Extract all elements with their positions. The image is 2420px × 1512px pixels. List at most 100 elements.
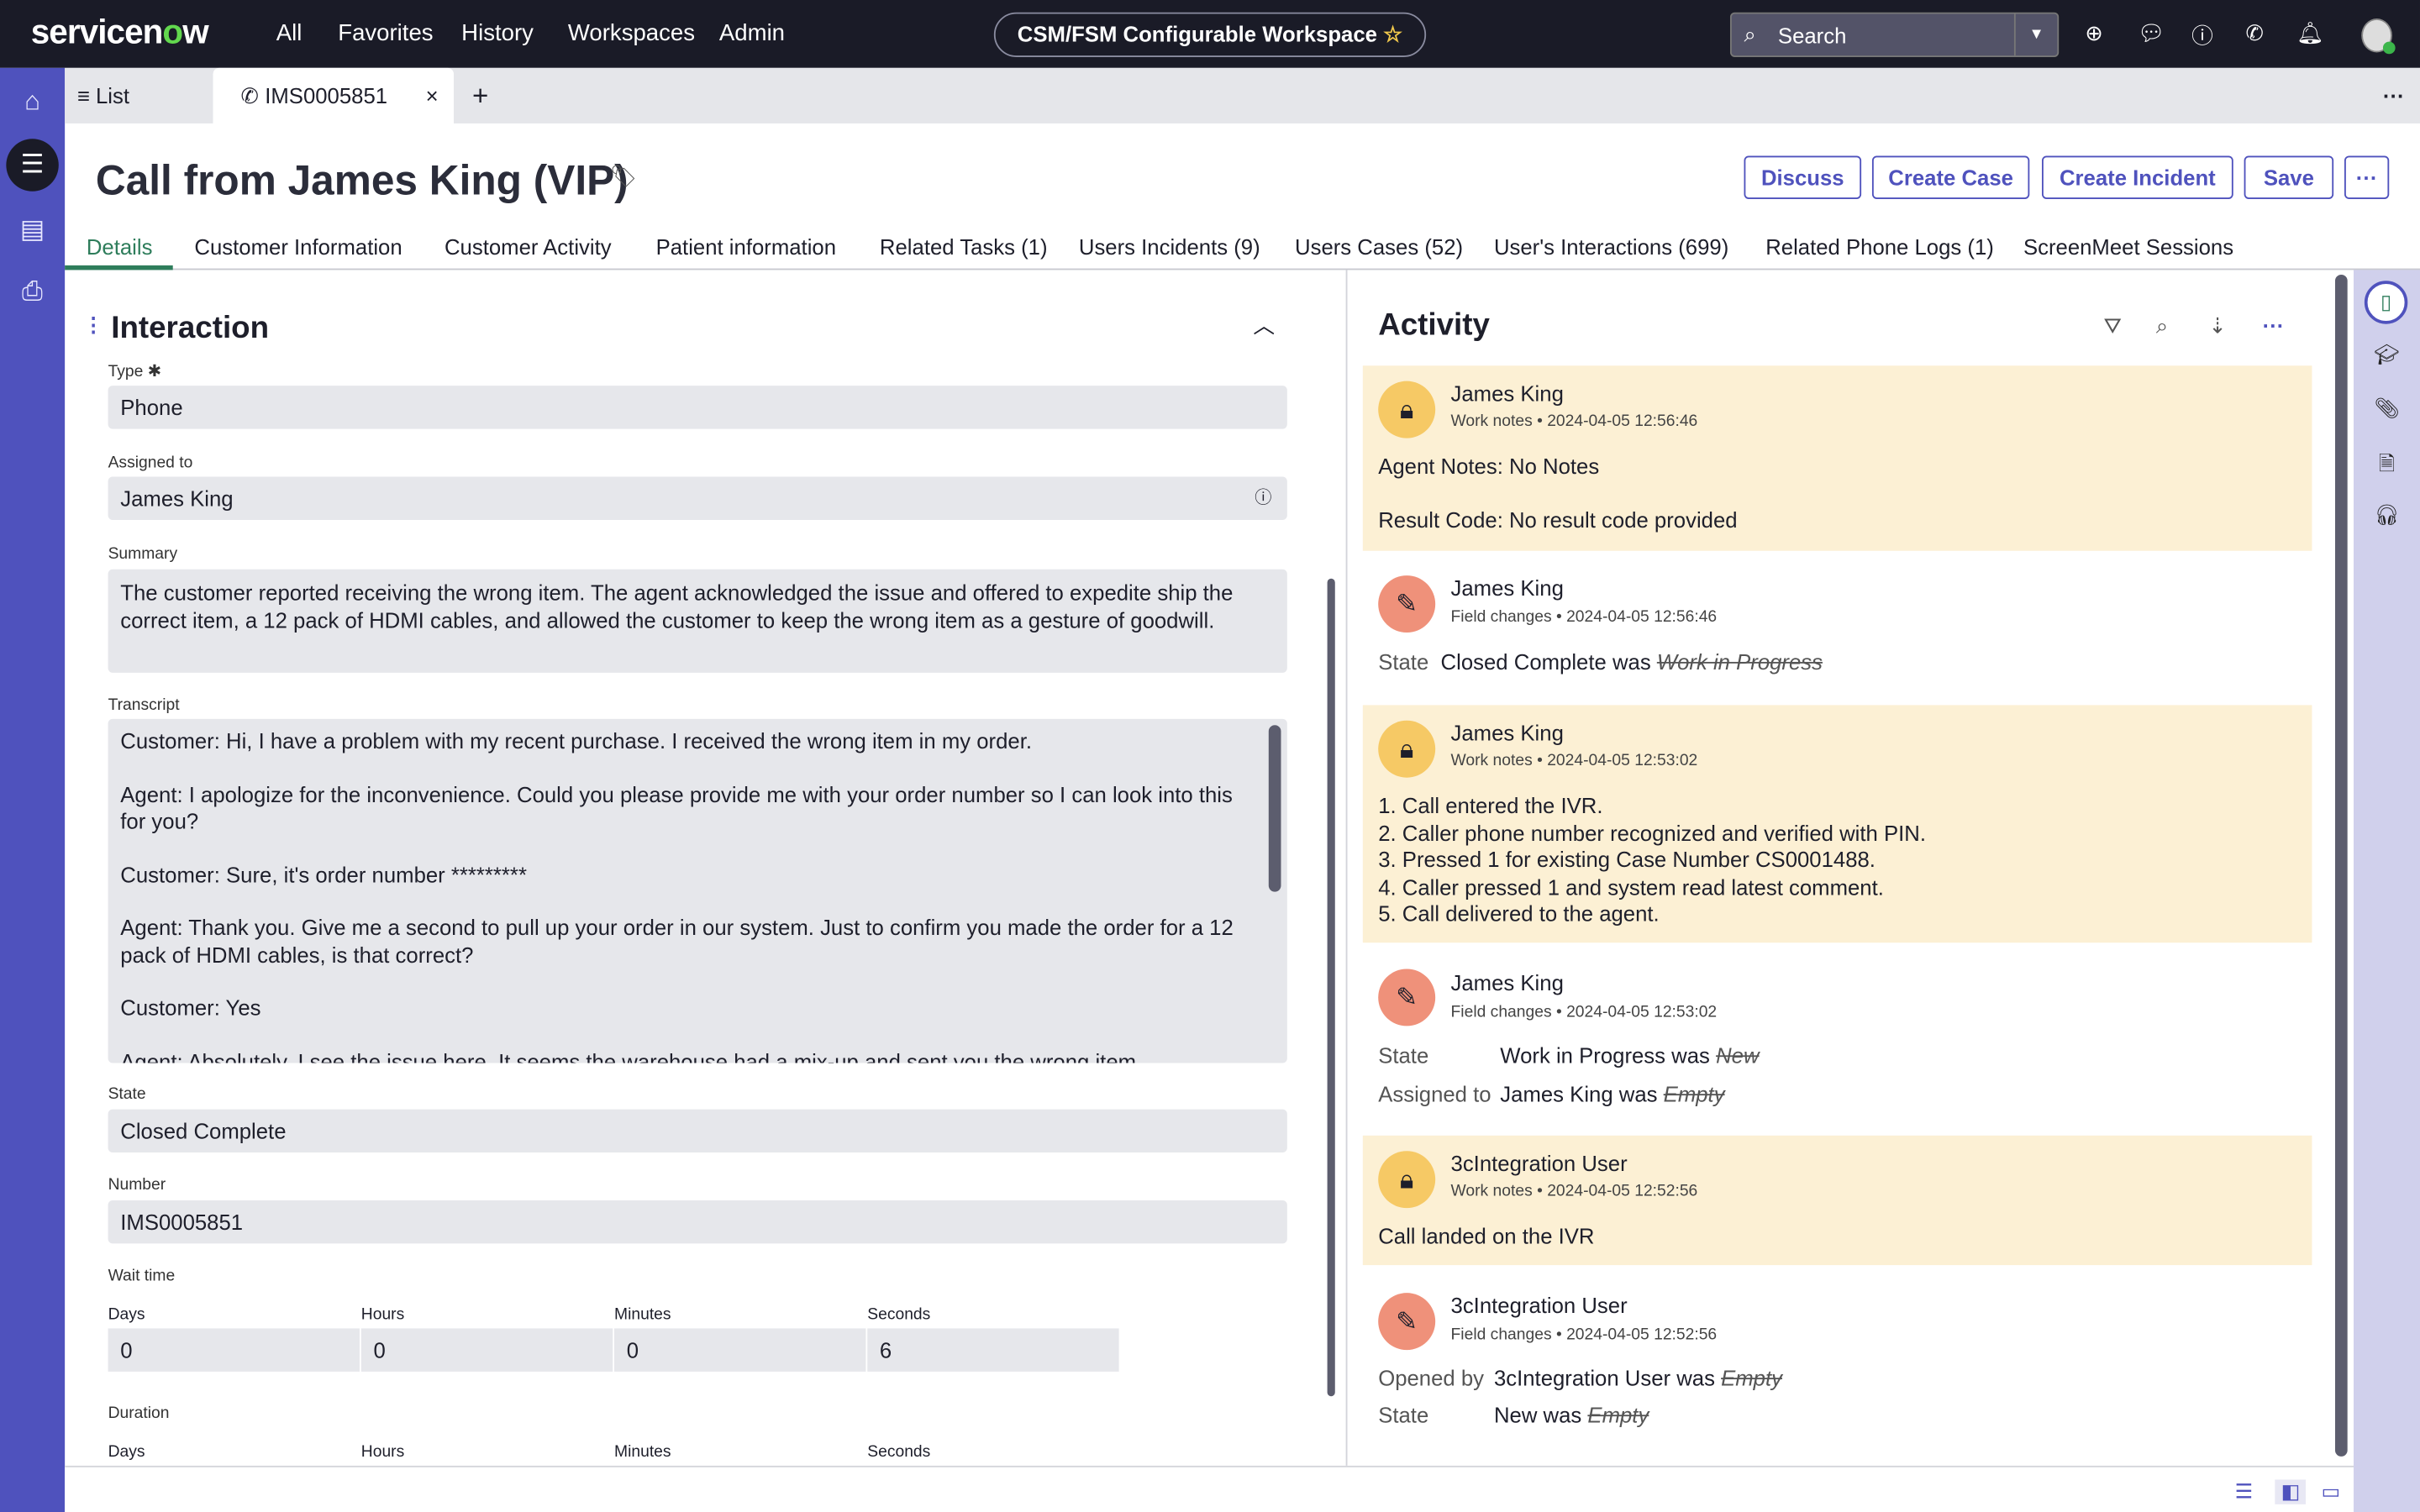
assigned-to-field[interactable]: James King ⓘ	[108, 476, 1287, 520]
list-tab-label: List	[95, 83, 130, 108]
form-scrollbar[interactable]	[1327, 578, 1335, 1397]
search-icon: ⌕	[1744, 21, 1756, 47]
days-label: Days	[108, 1442, 145, 1462]
servicenow-logo[interactable]: servicenow	[31, 13, 209, 53]
tab-details[interactable]: Details	[87, 234, 153, 259]
chat-icon[interactable]: 💬︎	[2138, 20, 2165, 46]
more-icon[interactable]: ···	[2263, 313, 2285, 338]
seconds-label: Seconds	[867, 1442, 931, 1462]
tab-customer-activity[interactable]: Customer Activity	[445, 234, 612, 259]
list-tab[interactable]: ≡ List	[77, 68, 129, 123]
help-icon[interactable]: ⓘ	[2191, 20, 2213, 51]
section-title: Interaction	[111, 312, 270, 346]
headset-icon[interactable]: 🎧︎	[2354, 503, 2420, 528]
filter-icon[interactable]: ⛛	[2103, 313, 2122, 339]
tag-icon[interactable]: 🏷︎	[610, 164, 638, 190]
create-case-button[interactable]: Create Case	[1871, 155, 2030, 199]
workspace-selector[interactable]: CSM/FSM Configurable Workspace ☆	[993, 12, 1427, 57]
drag-handle-icon[interactable]: ⋮	[83, 313, 103, 338]
search-input[interactable]: Search	[1778, 24, 1846, 48]
tab-screenmeet-sessions[interactable]: ScreenMeet Sessions	[2023, 234, 2233, 259]
save-button[interactable]: Save	[2244, 155, 2334, 199]
nav-favorites[interactable]: Favorites	[338, 20, 433, 46]
edit-icon: ✎	[1378, 1293, 1436, 1351]
create-incident-button[interactable]: Create Incident	[2041, 155, 2233, 199]
wait-days-input[interactable]: 0	[108, 1328, 360, 1372]
bottom-toolbar: ☰ ◧ ▭	[65, 1465, 2354, 1512]
close-icon[interactable]: ×	[426, 68, 439, 123]
tab-patient-information[interactable]: Patient information	[656, 234, 836, 259]
hours-label: Hours	[360, 1305, 405, 1324]
graduation-cap-icon[interactable]: 🎓︎	[2354, 343, 2420, 367]
list-view-icon[interactable]: ☰	[2235, 1479, 2253, 1504]
chevron-down-icon[interactable]: ▼	[2013, 13, 2057, 56]
nav-history[interactable]: History	[461, 20, 534, 46]
list-icon: ≡	[76, 83, 90, 108]
transcript-scrollbar[interactable]	[1268, 725, 1281, 892]
tab-users-interactions[interactable]: User's Interactions (699)	[1494, 234, 1728, 259]
global-search[interactable]: ⌕ Search ▼	[1729, 12, 2060, 57]
wait-hours-input[interactable]: 0	[360, 1328, 613, 1372]
state-field[interactable]: Closed Complete	[108, 1109, 1287, 1153]
activity-entry: 🔒︎ James King Work notes • 2024-04-05 12…	[1362, 705, 2312, 943]
type-field[interactable]: Phone	[108, 386, 1287, 429]
assigned-to-value: James King	[120, 486, 234, 511]
nav-workspaces[interactable]: Workspaces	[568, 20, 695, 46]
summary-field[interactable]: The customer reported receiving the wron…	[108, 569, 1287, 673]
dashboard-icon[interactable]: ▤	[0, 214, 65, 245]
mobile-icon[interactable]: ▯	[2364, 281, 2408, 324]
add-tab-button[interactable]: +	[472, 68, 488, 123]
lock-icon: 🔒︎	[1378, 1151, 1436, 1209]
summary-label: Summary	[108, 544, 178, 564]
wait-seconds-input[interactable]: 6	[867, 1328, 1119, 1372]
activity-entry: 🔒︎ 3cIntegration User Work notes • 2024-…	[1362, 1135, 2312, 1266]
split-view-icon[interactable]: ◧	[2275, 1479, 2307, 1504]
activity-entry: 🔒︎ James King Work notes • 2024-04-05 12…	[1362, 365, 2312, 551]
page-title: Call from James King (VIP)	[95, 157, 629, 204]
wait-minutes-input[interactable]: 0	[614, 1328, 866, 1372]
discuss-button[interactable]: Discuss	[1744, 155, 1862, 199]
search-icon[interactable]: ⌕	[2156, 313, 2168, 339]
days-label: Days	[108, 1305, 145, 1324]
nav-admin[interactable]: Admin	[719, 20, 785, 46]
chevron-up-icon[interactable]: ︿	[1253, 310, 1275, 341]
inbox-icon[interactable]: ⎙	[0, 276, 65, 307]
more-actions-button[interactable]: ···	[2344, 155, 2390, 199]
edit-icon: ✎	[1378, 575, 1436, 633]
activity-scrollbar[interactable]	[2334, 274, 2348, 1457]
single-view-icon[interactable]: ▭	[2321, 1479, 2340, 1504]
state-label: State	[108, 1084, 146, 1104]
bell-icon[interactable]: 🔔︎	[2296, 20, 2324, 46]
more-icon[interactable]: ···	[2383, 68, 2405, 123]
wait-time-label: Wait time	[108, 1266, 176, 1285]
tab-users-cases[interactable]: Users Cases (52)	[1295, 234, 1463, 259]
number-field[interactable]: IMS0005851	[108, 1200, 1287, 1244]
tab-related-phone-logs[interactable]: Related Phone Logs (1)	[1765, 234, 1994, 259]
info-icon[interactable]: ⓘ	[1255, 477, 1271, 520]
transcript-line: Agent: Thank you. Give me a second to pu…	[120, 915, 1234, 967]
transcript-line: Agent: I apologize for the inconvenience…	[120, 781, 1233, 833]
assigned-to-label: Assigned to	[108, 453, 193, 473]
transcript-field[interactable]: Customer: Hi, I have a problem with my r…	[108, 718, 1287, 1063]
workspace-tab-strip: ≡ List ✆ IMS0005851 × + ···	[65, 67, 2420, 123]
tab-related-tasks[interactable]: Related Tasks (1)	[880, 234, 1048, 259]
star-icon[interactable]: ☆	[1383, 22, 1402, 46]
nav-all[interactable]: All	[276, 20, 302, 46]
activity-panel: Activity ⛛ ⌕ ⇣ ··· 🔒︎ James King Work no…	[1347, 270, 2354, 1465]
edit-icon: ✎	[1378, 969, 1436, 1026]
user-avatar[interactable]	[2361, 18, 2396, 55]
phone-icon[interactable]: ✆	[2245, 20, 2264, 46]
attachment-icon[interactable]: 📎︎	[2354, 396, 2420, 421]
sort-icon[interactable]: ⇣	[2208, 313, 2227, 339]
entry-user: James King	[1450, 575, 1564, 601]
list-icon[interactable]: ☰	[6, 139, 59, 192]
tab-users-incidents[interactable]: Users Incidents (9)	[1079, 234, 1260, 259]
transcript-line: Customer: Hi, I have a problem with my r…	[120, 727, 1032, 753]
activity-title: Activity	[1378, 308, 1490, 343]
globe-icon[interactable]: ⊕	[2085, 20, 2103, 46]
home-icon[interactable]: ⌂	[0, 87, 65, 118]
document-icon[interactable]: 🗎	[2354, 450, 2420, 484]
number-label: Number	[108, 1175, 166, 1194]
record-tab[interactable]: ✆ IMS0005851 ×	[213, 67, 454, 123]
tab-customer-information[interactable]: Customer Information	[194, 234, 402, 259]
